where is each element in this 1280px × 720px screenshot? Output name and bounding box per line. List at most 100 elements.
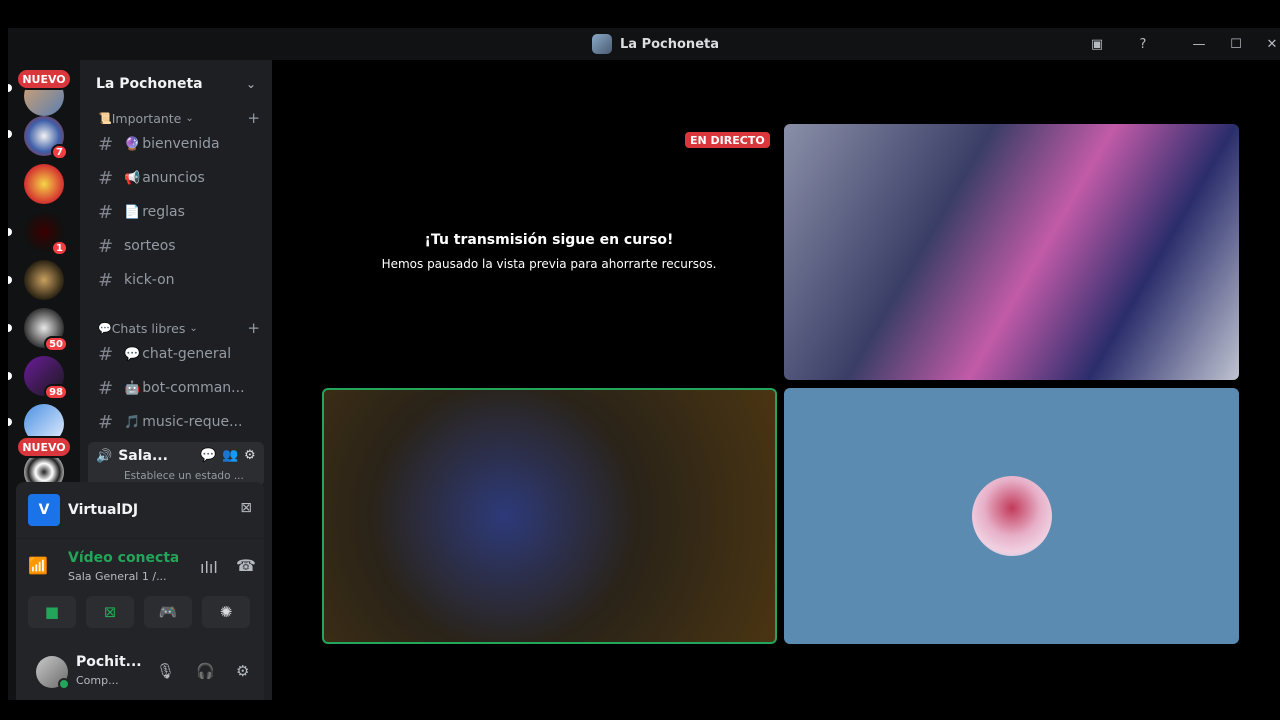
headphones-icon[interactable]: 🎧 (196, 662, 215, 680)
server-header[interactable]: La Pochoneta ⌄ (80, 60, 272, 108)
channel-sorteos[interactable]: # sorteos (88, 231, 264, 261)
text-channel-icon: # (98, 411, 114, 433)
divider (16, 538, 264, 539)
text-channel-icon: # (98, 167, 114, 189)
server-icon[interactable]: 50 (24, 308, 68, 352)
new-badge: NUEVO (16, 436, 72, 458)
add-channel-icon[interactable]: + (247, 109, 260, 127)
server-icon[interactable]: 98 (24, 356, 68, 400)
chevron-down-icon: ⌄ (185, 112, 194, 124)
user-panel: V VirtualDJ ⊠ 📶 Vídeo conectado Sala Gen… (16, 482, 264, 700)
mention-badge: 1 (51, 240, 68, 256)
window-title-text: La Pochoneta (620, 36, 719, 52)
help-icon[interactable]: ? (1133, 34, 1153, 54)
discord-app: La Pochoneta ▣ ? — ☐ ✕ NUEVO 7 1 50 98 N… (8, 28, 1280, 700)
avatar (972, 476, 1052, 556)
soundboard-icon: ✺ (219, 603, 233, 621)
text-channel-icon: # (98, 133, 114, 155)
channel-label: kick-on (124, 272, 175, 288)
chat-bubble-icon[interactable]: 💬 (200, 448, 216, 463)
mention-badge: 50 (44, 336, 68, 352)
screen-share-indicator-icon[interactable]: ▣ (1087, 34, 1107, 54)
camera-button[interactable]: ■ (28, 596, 76, 628)
voice-stage: EN DIRECTO ¡Tu transmisión sigue en curs… (272, 60, 1280, 700)
server-icon[interactable]: 7 (24, 116, 68, 160)
voice-connection-row: 📶 Vídeo conectado Sala General 1 /... ıl… (28, 548, 256, 588)
channel-bienvenida[interactable]: # 🔮 bienvenida (88, 129, 264, 159)
channel-chat-general[interactable]: # 💬 chat-general (88, 339, 264, 369)
invite-user-icon[interactable]: 👥 (222, 448, 238, 463)
chevron-down-icon: ⌄ (245, 77, 256, 91)
category-emoji: 💬 (98, 321, 112, 335)
user-name[interactable]: Pochit... (76, 654, 142, 670)
server-name: La Pochoneta (96, 76, 203, 92)
server-icon[interactable]: 1 (24, 212, 68, 256)
mention-badge: 7 (51, 144, 68, 160)
video-tile-camera[interactable] (784, 124, 1239, 380)
stop-stream-icon[interactable]: ⊠ (240, 500, 252, 516)
maximize-icon[interactable]: ☐ (1226, 34, 1246, 54)
text-channel-icon: # (98, 343, 114, 365)
category-label: Chats libres (111, 320, 186, 336)
voice-channel-sala[interactable]: 🔊 Sala... 💬 👥 ⚙ Establece un estado ... (88, 442, 264, 486)
activities-button[interactable]: 🎮 (144, 596, 192, 628)
gear-icon[interactable]: ⚙ (244, 448, 256, 463)
speaker-icon: 🔊 (96, 448, 113, 464)
connection-status: Vídeo conectado (68, 550, 178, 566)
channel-label: bot-comman... (142, 380, 245, 396)
channel-label: anuncios (142, 170, 205, 186)
channel-reglas[interactable]: # 📄 reglas (88, 197, 264, 227)
server-icon[interactable] (24, 164, 64, 204)
text-channel-icon: # (98, 269, 114, 291)
channel-label: reglas (142, 204, 185, 220)
microphone-icon[interactable]: 🎙 (156, 662, 175, 680)
live-badge: EN DIRECTO (685, 132, 770, 148)
text-channel-icon: # (98, 201, 114, 223)
channel-bot-commands[interactable]: # 🤖 bot-comman... (88, 373, 264, 403)
video-tile-avatar[interactable] (784, 388, 1239, 644)
text-channel-icon: # (98, 377, 114, 399)
screen-share-icon: ⊠ (103, 603, 117, 621)
voice-channel-title: 🔊 Sala... (96, 448, 168, 464)
disconnect-icon[interactable]: ☎ (236, 556, 256, 575)
minimize-icon[interactable]: — (1189, 34, 1209, 54)
channel-label: bienvenida (142, 136, 220, 152)
unread-pip (8, 228, 12, 236)
activity-row: V VirtualDJ ⊠ (28, 492, 256, 528)
video-tile-camera-speaking[interactable] (322, 388, 777, 644)
channel-emoji: 💬 (124, 346, 141, 362)
noise-suppression-icon[interactable]: ılıl (200, 558, 218, 577)
category-chats-libres[interactable]: 💬 Chats libres ⌄ + (98, 318, 266, 338)
connection-channel[interactable]: Sala General 1 /... (68, 570, 167, 583)
category-importante[interactable]: 📜 Importante ⌄ + (98, 108, 266, 128)
channel-emoji: 📄 (124, 204, 141, 220)
signal-icon[interactable]: 📶 (28, 556, 48, 575)
online-status-icon (58, 678, 70, 690)
camera-icon: ■ (44, 603, 60, 621)
gear-icon[interactable]: ⚙ (236, 662, 249, 680)
virtualdj-logo-icon: V (28, 494, 60, 526)
channel-music-requests[interactable]: # 🎵 music-reque... (88, 407, 264, 437)
stream-paused-title: ¡Tu transmisión sigue en curso! (424, 232, 674, 248)
category-label: Importante (111, 110, 182, 126)
channel-emoji: 📢 (124, 170, 141, 186)
title-bar: La Pochoneta ▣ ? — ☐ ✕ (8, 28, 1280, 60)
chevron-down-icon: ⌄ (189, 322, 198, 334)
channel-label: sorteos (124, 238, 176, 254)
unread-pip (8, 372, 12, 380)
channel-label: chat-general (142, 346, 232, 362)
unread-pip (8, 418, 12, 426)
server-icon[interactable] (24, 260, 64, 300)
soundboard-button[interactable]: ✺ (202, 596, 250, 628)
screen-share-button[interactable]: ⊠ (86, 596, 134, 628)
gamepad-icon: 🎮 (158, 603, 178, 621)
close-icon[interactable]: ✕ (1262, 34, 1280, 54)
unread-pip (8, 324, 12, 332)
channel-anuncios[interactable]: # 📢 anuncios (88, 163, 264, 193)
channel-emoji: 🎵 (124, 414, 141, 430)
add-channel-icon[interactable]: + (247, 319, 260, 337)
voice-status-text[interactable]: Establece un estado ... (124, 470, 244, 482)
unread-pip (8, 130, 12, 138)
unread-pip (8, 84, 12, 92)
channel-kick-on[interactable]: # kick-on (88, 265, 264, 295)
